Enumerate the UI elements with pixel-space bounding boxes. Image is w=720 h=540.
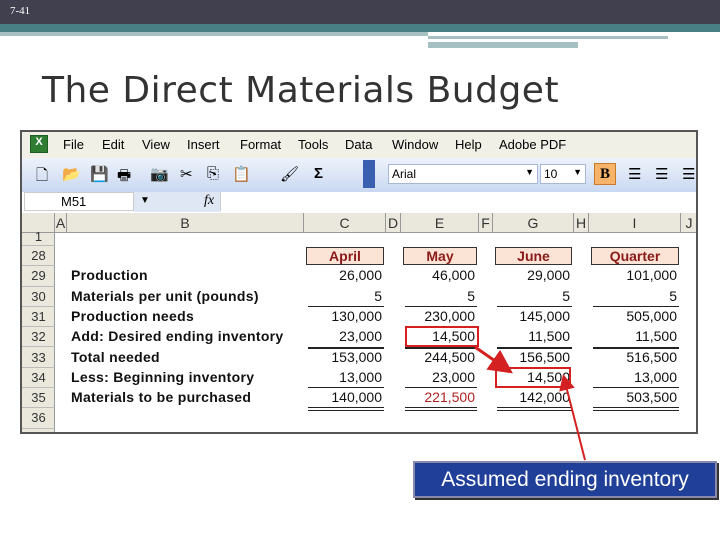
arrow — [474, 345, 513, 374]
callout-arrow — [559, 374, 586, 461]
callout-box: Assumed ending inventory — [413, 461, 717, 498]
arrows-layer — [474, 345, 586, 461]
